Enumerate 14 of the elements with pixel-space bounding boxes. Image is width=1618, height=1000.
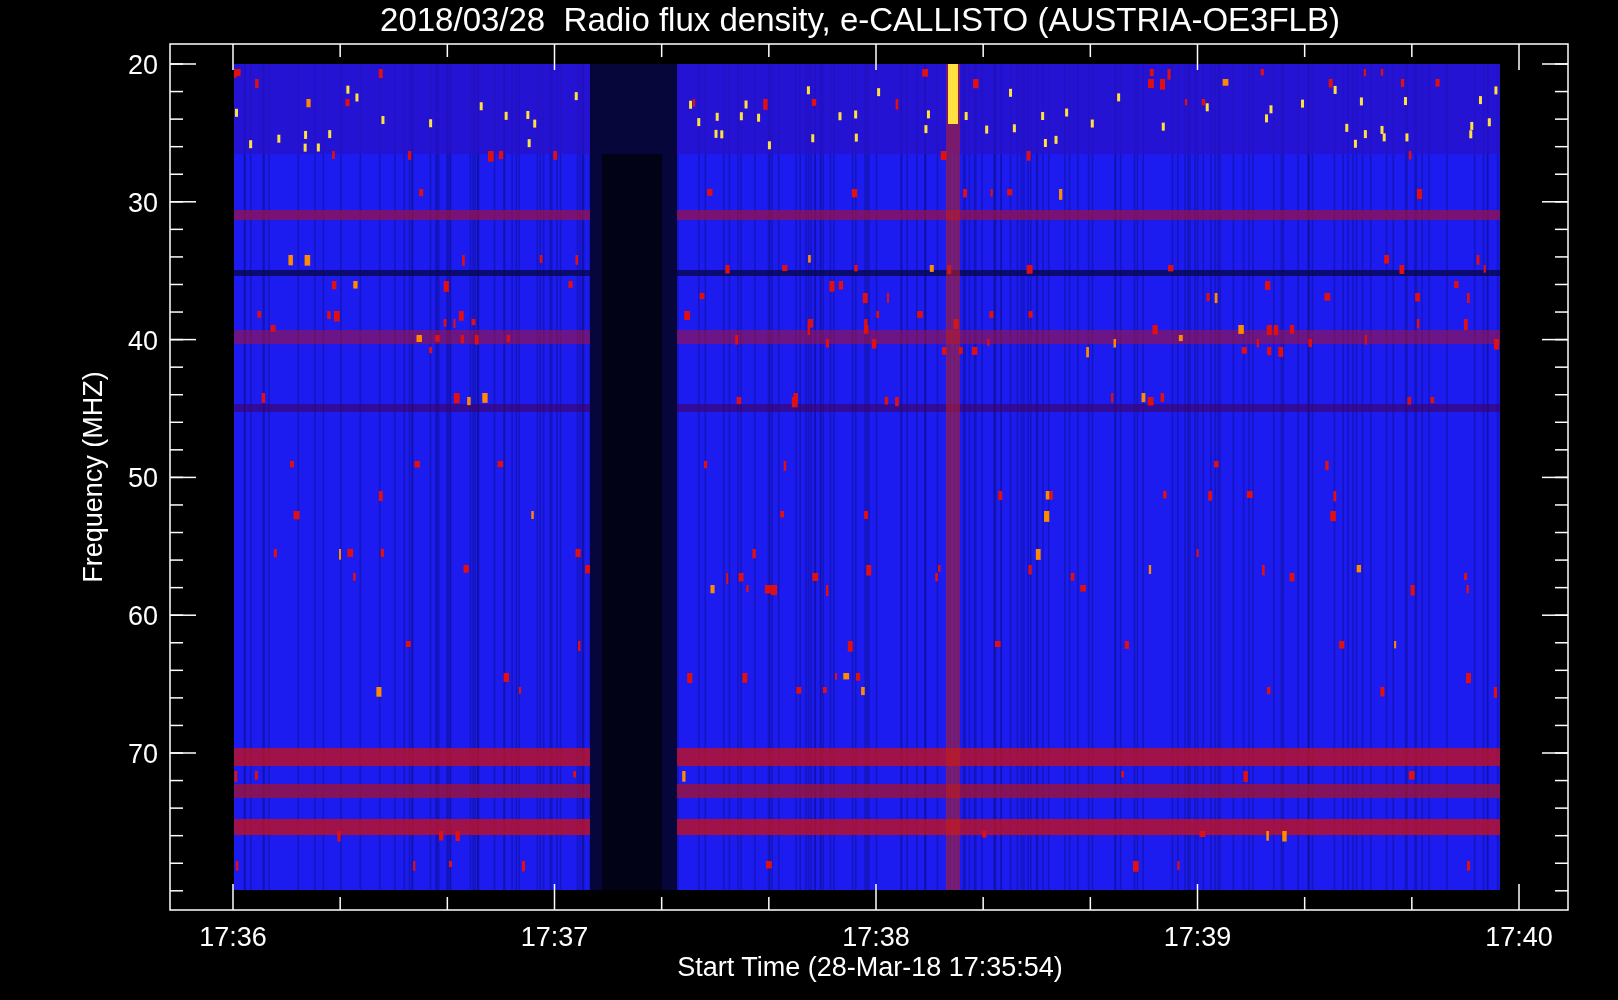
y-tick-label: 20 (127, 50, 158, 80)
y-tick-label: 40 (127, 325, 158, 356)
x-tick-label: 17:36 (199, 922, 267, 952)
y-tick-label: 70 (127, 739, 158, 769)
y-tick-label: 60 (127, 601, 158, 632)
x-tick-label: 17:39 (1163, 922, 1232, 952)
chart-title: 2018/03/28 Radio flux density, e-CALLISTO (AUSTRIA-OE3FLB) (380, 1, 1340, 38)
x-tick-label: 17:40 (1485, 922, 1553, 952)
y-tick-label: 30 (127, 187, 158, 218)
x-tick-label: 17:37 (520, 922, 589, 952)
x-axis-label: Start Time (28-Mar-18 17:35:54) (677, 952, 1063, 982)
y-tick-label: 50 (127, 463, 158, 494)
y-axis-label: Frequency (MHZ) (78, 371, 108, 583)
x-tick-label: 17:38 (842, 922, 910, 952)
